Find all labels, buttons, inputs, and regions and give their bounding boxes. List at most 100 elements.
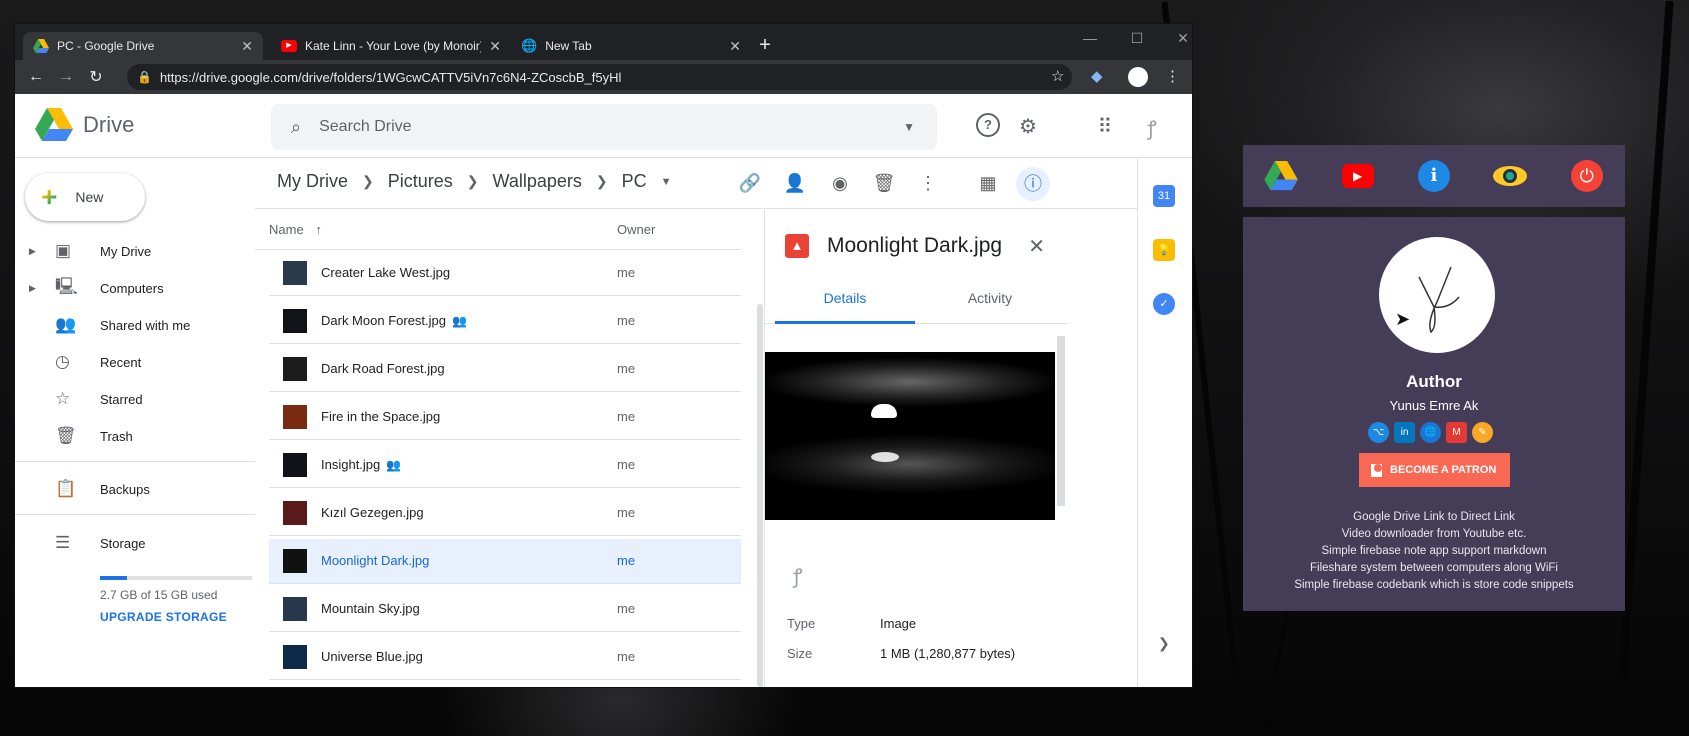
tab-activity[interactable]: Activity: [920, 290, 1060, 306]
close-window-icon[interactable]: ✕: [1168, 30, 1198, 47]
bookmark-star-icon[interactable]: ☆: [1051, 67, 1064, 85]
size-label: Size: [787, 646, 813, 661]
maximize-icon[interactable]: ☐: [1122, 30, 1152, 47]
sidebar-item-computers[interactable]: ▶ 🖳 Computers: [15, 270, 255, 306]
globe-icon: 🌐: [521, 38, 538, 53]
table-row[interactable]: Kızıl Gezegen.jpg me: [269, 491, 741, 536]
power-icon[interactable]: ⏻: [1570, 159, 1604, 193]
breadcrumb-wallpapers[interactable]: Wallpapers: [493, 171, 582, 192]
get-link-icon[interactable]: 🔗: [737, 173, 763, 194]
sidebar-item-backups[interactable]: 📋 Backups: [15, 471, 255, 507]
chevron-right-icon[interactable]: ❯: [1158, 635, 1170, 652]
sidebar-item-label: My Drive: [100, 243, 152, 259]
remove-trash-icon[interactable]: 🗑: [871, 173, 897, 194]
close-tab-icon[interactable]: ✕: [729, 38, 741, 55]
owner-column-header[interactable]: Owner: [617, 222, 655, 237]
breadcrumb-my-drive[interactable]: My Drive: [277, 171, 348, 192]
feature-item: Simple firebase note app support markdow…: [1321, 545, 1547, 557]
apps-grid-icon[interactable]: ⠿: [1092, 114, 1118, 139]
browser-tab-drive[interactable]: PC - Google Drive ✕: [23, 32, 263, 60]
expand-arrow-icon[interactable]: ▶: [29, 246, 36, 257]
sidebar-item-trash[interactable]: 🗑 Trash: [15, 418, 255, 454]
settings-gear-icon[interactable]: ⚙: [1015, 114, 1041, 139]
chevron-right-icon: ❯: [595, 173, 608, 189]
feature-item: Fileshare system between computers along…: [1310, 562, 1558, 574]
sidebar-item-starred[interactable]: ☆ Starred: [15, 381, 255, 417]
sidebar-item-label: Storage: [100, 535, 146, 551]
blog-icon[interactable]: ✎: [1472, 422, 1493, 443]
file-name-cell: Dark Road Forest.jpg: [321, 361, 445, 376]
table-row[interactable]: Dark Road Forest.jpg me: [269, 347, 741, 392]
back-icon[interactable]: ←: [21, 68, 51, 86]
name-column-header[interactable]: Name ↑: [269, 222, 322, 237]
breadcrumb-pc[interactable]: PC: [622, 171, 647, 192]
info-icon[interactable]: ⓘ: [1016, 167, 1050, 201]
become-patron-button[interactable]: BECOME A PATRON: [1359, 453, 1510, 487]
sidebar-item-label: Trash: [100, 428, 133, 444]
table-row[interactable]: Dark Moon Forest.jpg 👥 me: [269, 299, 741, 344]
preview-eye-icon[interactable]: ◉: [827, 173, 853, 194]
file-list-scrollbar[interactable]: [757, 304, 763, 687]
table-row[interactable]: Insight.jpg 👥 me: [269, 443, 741, 488]
storage-progress-fill: [100, 576, 128, 580]
forward-icon[interactable]: →: [51, 68, 81, 86]
chevron-down-icon[interactable]: ▼: [661, 176, 672, 188]
file-name-cell: Universe Blue.jpg: [321, 649, 423, 664]
browser-menu-icon[interactable]: ⋮: [1165, 67, 1180, 85]
table-row[interactable]: Universe Blue.jpg me: [269, 635, 741, 680]
linkedin-icon[interactable]: in: [1394, 422, 1415, 443]
help-icon[interactable]: ?: [976, 113, 1000, 137]
upgrade-storage-link[interactable]: UPGRADE STORAGE: [100, 610, 227, 624]
file-name-cell: Mountain Sky.jpg: [321, 601, 420, 616]
table-row[interactable]: Creater Lake West.jpg me: [269, 251, 741, 296]
sidebar-divider: [15, 514, 255, 515]
expand-arrow-icon[interactable]: ▶: [29, 283, 36, 294]
eye-icon[interactable]: [1493, 159, 1528, 193]
google-drive-icon[interactable]: [1264, 159, 1298, 193]
drive-logo[interactable]: Drive: [35, 108, 134, 142]
youtube-icon[interactable]: ▶: [1341, 159, 1375, 193]
search-options-icon[interactable]: ▼: [903, 120, 915, 134]
keep-icon[interactable]: 💡: [1153, 239, 1175, 261]
github-icon[interactable]: ⌥: [1368, 422, 1389, 443]
sidebar-item-shared[interactable]: 👥 Shared with me: [15, 307, 255, 343]
close-tab-icon[interactable]: ✕: [489, 38, 501, 55]
share-icon[interactable]: 👤: [782, 173, 808, 194]
browser-tab-newtab[interactable]: 🌐 New Tab ✕: [511, 32, 751, 60]
tab-details[interactable]: Details: [775, 290, 915, 324]
image-preview[interactable]: [765, 352, 1055, 520]
reload-icon[interactable]: ↻: [81, 67, 111, 87]
calendar-icon[interactable]: 31: [1153, 185, 1175, 207]
account-avatar[interactable]: ꝭ: [1139, 114, 1165, 141]
details-scrollbar[interactable]: [1057, 336, 1065, 506]
search-drive-input[interactable]: ⌕ Search Drive ▼: [271, 104, 937, 150]
info-icon[interactable]: i: [1417, 159, 1451, 193]
url-field[interactable]: 🔒 https://drive.google.com/drive/folders…: [127, 64, 1072, 90]
tasks-icon[interactable]: ✓: [1153, 293, 1175, 315]
more-actions-icon[interactable]: ⋮: [915, 173, 941, 194]
file-thumbnail: [283, 501, 307, 525]
browser-tab-youtube[interactable]: ▶ Kate Linn - Your Love (by Monoir) ✕: [271, 32, 511, 60]
chevron-right-icon: ❯: [466, 173, 479, 189]
table-row[interactable]: Moonlight Dark.jpg me: [269, 539, 741, 584]
new-button[interactable]: + New: [25, 173, 145, 221]
clock-icon: ◷: [55, 352, 70, 371]
extension-icon[interactable]: ◆: [1091, 67, 1103, 85]
close-icon[interactable]: ✕: [1028, 234, 1045, 259]
preview-moon: [871, 404, 897, 418]
gmail-icon[interactable]: M: [1446, 422, 1467, 443]
table-row[interactable]: Fire in the Space.jpg me: [269, 395, 741, 440]
drive-toolbar: My Drive ❯ Pictures ❯ Wallpapers ❯ PC ▼ …: [255, 159, 1137, 209]
sidebar-item-storage[interactable]: ☰ Storage: [15, 525, 255, 561]
minimize-icon[interactable]: —: [1075, 30, 1105, 46]
breadcrumb-pictures[interactable]: Pictures: [388, 171, 453, 192]
profile-avatar[interactable]: [1128, 67, 1148, 87]
table-row[interactable]: Mountain Sky.jpg me: [269, 587, 741, 632]
sidebar-item-my-drive[interactable]: ▶ ▣ My Drive: [15, 233, 255, 269]
close-tab-icon[interactable]: ✕: [241, 38, 253, 55]
grid-view-icon[interactable]: ▦: [975, 173, 1001, 194]
sidebar-item-recent[interactable]: ◷ Recent: [15, 344, 255, 380]
globe-icon[interactable]: 🌐: [1420, 422, 1441, 443]
new-tab-button[interactable]: +: [753, 34, 777, 57]
url-text: https://drive.google.com/drive/folders/1…: [159, 69, 622, 85]
